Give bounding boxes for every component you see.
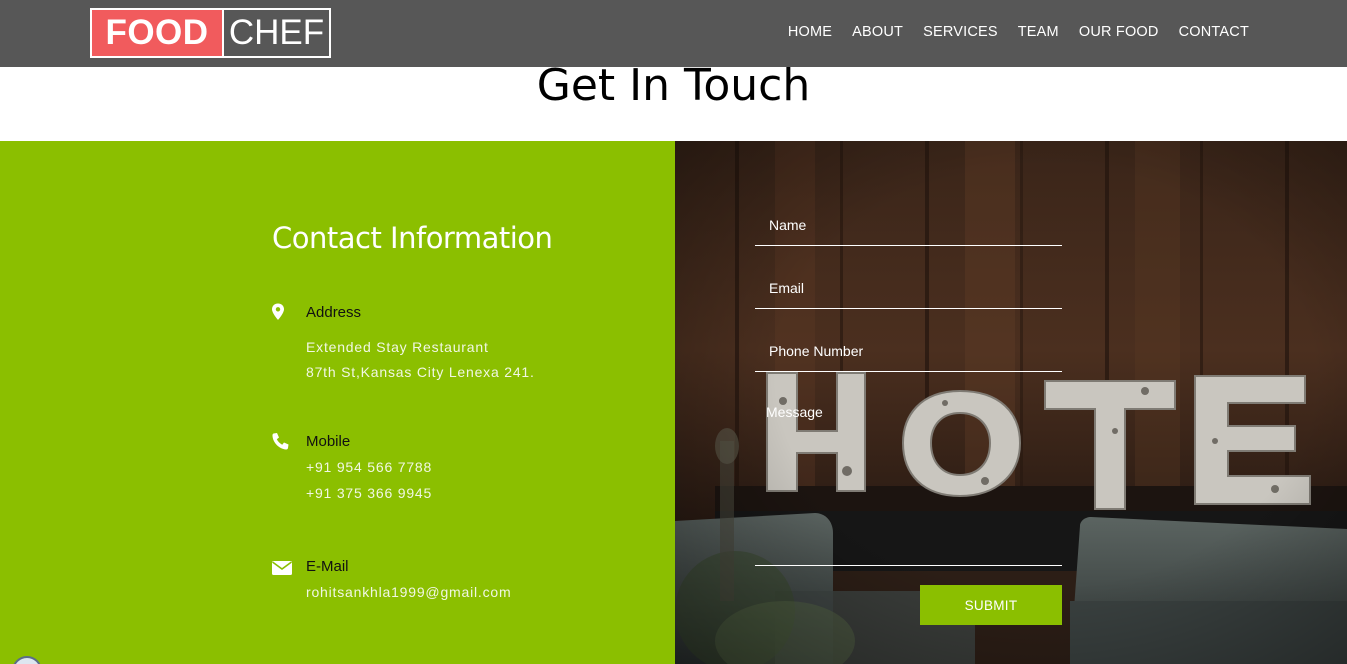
contact-info-heading: Contact Information (272, 221, 553, 255)
email-field-placeholder: Email (769, 280, 805, 296)
name-field-placeholder: Name (769, 217, 807, 233)
email-field[interactable]: Email (755, 264, 1062, 309)
nav-our-food[interactable]: OUR FOOD (1079, 24, 1159, 40)
logo[interactable]: FOOD CHEF (90, 8, 331, 58)
navbar: FOOD CHEF HOME ABOUT SERVICES TEAM OUR F… (0, 0, 1347, 67)
address-line-2: 87th St,Kansas City Lenexa 241. (306, 364, 535, 380)
address-line-1: Extended Stay Restaurant (306, 339, 489, 355)
mobile-number-2: +91 375 366 9945 (306, 485, 433, 501)
phone-icon (271, 432, 291, 452)
contact-form-panel: Name Email Phone Number Message SUBMIT (675, 141, 1347, 664)
email-value[interactable]: rohitsankhla1999@gmail.com (306, 584, 511, 600)
message-field[interactable]: Message (755, 395, 1062, 566)
message-field-placeholder: Message (766, 404, 823, 420)
submit-button[interactable]: SUBMIT (920, 585, 1062, 625)
page-title: Get In Touch (536, 60, 811, 111)
address-label: Address (306, 304, 362, 321)
logo-food-text: FOOD (92, 10, 222, 56)
map-marker-icon (271, 303, 291, 323)
phone-field[interactable]: Phone Number (755, 327, 1062, 372)
envelope-icon (271, 558, 292, 578)
nav-home[interactable]: HOME (788, 24, 832, 40)
mobile-label: Mobile (306, 433, 351, 450)
email-label: E-Mail (306, 558, 349, 575)
nav-menu: HOME ABOUT SERVICES TEAM OUR FOOD CONTAC… (788, 0, 1249, 64)
name-field[interactable]: Name (755, 201, 1062, 246)
nav-team[interactable]: TEAM (1018, 24, 1059, 40)
logo-chef-text: CHEF (228, 13, 325, 52)
nav-services[interactable]: SERVICES (923, 24, 998, 40)
contact-info-panel: Contact Information Address Extended Sta… (0, 141, 675, 664)
mobile-number-1: +91 954 566 7788 (306, 459, 433, 475)
phone-field-placeholder: Phone Number (769, 343, 864, 359)
nav-contact[interactable]: CONTACT (1179, 24, 1249, 40)
nav-about[interactable]: ABOUT (852, 24, 903, 40)
